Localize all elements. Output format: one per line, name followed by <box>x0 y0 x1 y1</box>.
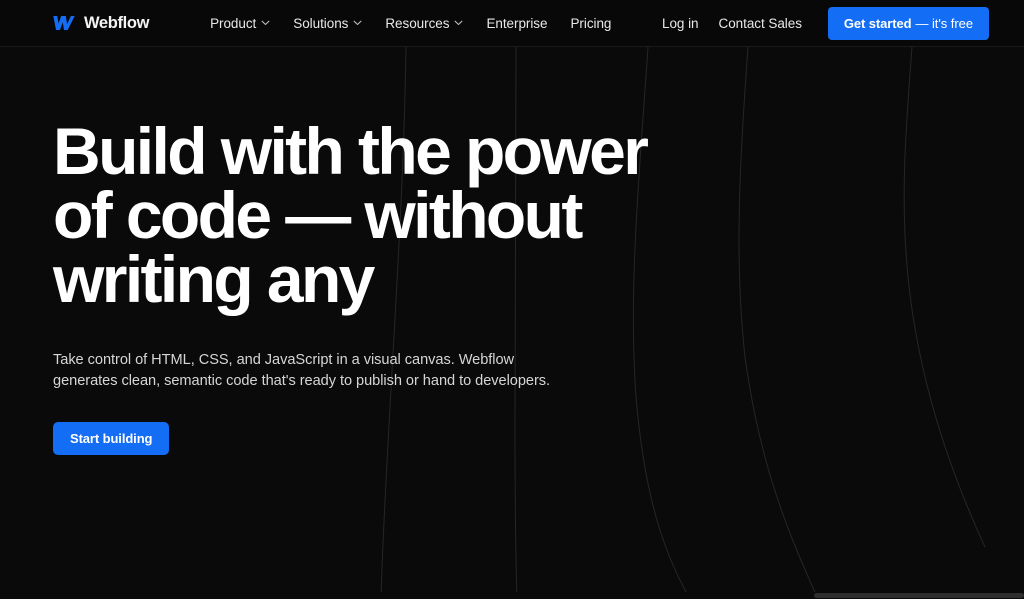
top-navigation-bar: Webflow Product Solutions Resources Ente… <box>0 0 1024 47</box>
hero-description-line-1: Take control of HTML, CSS, and JavaScrip… <box>53 352 515 368</box>
navbar-right-section: Log in Contact Sales Get started — it's … <box>652 6 1024 40</box>
nav-item-enterprise-label: Enterprise <box>486 15 548 31</box>
nav-item-solutions[interactable]: Solutions <box>284 10 371 37</box>
nav-item-resources[interactable]: Resources <box>376 10 472 37</box>
hero-section: Build with the power of code — without w… <box>0 47 1024 599</box>
navbar-left-section: Webflow Product Solutions Resources Ente… <box>0 10 620 37</box>
primary-nav-links: Product Solutions Resources Enterprise P… <box>201 10 620 37</box>
webflow-logo[interactable]: Webflow <box>53 14 149 33</box>
nav-item-pricing-label: Pricing <box>570 15 612 31</box>
get-started-button[interactable]: Get started — it's free <box>827 6 989 40</box>
contact-sales-link[interactable]: Contact Sales <box>709 10 812 37</box>
hero-description-line-2: generates clean, semantic code that's re… <box>53 373 551 389</box>
headline-line-1: Build with the power <box>53 114 649 188</box>
start-building-button[interactable]: Start building <box>53 422 170 455</box>
webflow-logo-icon <box>53 15 75 31</box>
chevron-down-icon <box>261 20 270 25</box>
hero-description: Take control of HTML, CSS, and JavaScrip… <box>53 350 553 392</box>
nav-item-resources-label: Resources <box>385 15 450 31</box>
nav-item-solutions-label: Solutions <box>293 15 349 31</box>
get-started-button-subtext: — it's free <box>915 15 973 31</box>
chevron-down-icon <box>454 20 463 25</box>
nav-item-enterprise[interactable]: Enterprise <box>477 10 556 37</box>
nav-item-pricing[interactable]: Pricing <box>561 10 620 37</box>
webflow-logo-text: Webflow <box>84 13 150 32</box>
horizontal-scrollbar-thumb[interactable] <box>814 593 1024 598</box>
page-title: Build with the power of code — without w… <box>53 114 693 316</box>
nav-item-product[interactable]: Product <box>201 10 279 37</box>
chevron-down-icon <box>353 20 362 25</box>
webflow-landing-page: Webflow Product Solutions Resources Ente… <box>0 0 1024 599</box>
get-started-button-label: Get started <box>843 15 912 31</box>
headline-line-2: of code — without <box>53 178 583 252</box>
headline-line-3: writing any <box>53 242 375 316</box>
nav-item-product-label: Product <box>210 15 257 31</box>
login-link[interactable]: Log in <box>652 10 708 37</box>
